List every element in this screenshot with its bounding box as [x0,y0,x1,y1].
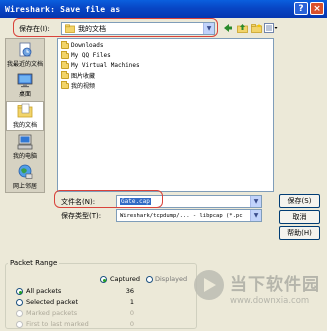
place-my-computer[interactable]: 我的电脑 [6,133,44,163]
new-folder-icon[interactable] [250,22,262,34]
file-list[interactable]: Downloads My QQ Files My Virtual Machine… [57,38,274,192]
folder-icon [61,40,69,49]
folder-icon [61,50,69,59]
network-places-icon [18,164,33,179]
marked-packets-radio[interactable] [16,310,23,317]
save-in-highlight [13,18,218,37]
help-button[interactable]: 帮助(H) [279,226,320,240]
place-label: 我最近的文档 [6,61,43,68]
all-packets-radio[interactable] [16,288,23,295]
up-folder-icon[interactable] [236,22,248,34]
chevron-down-icon[interactable]: ▼ [250,196,261,207]
captured-label: Captured [110,275,140,283]
save-type-dropdown[interactable]: Wireshark/tcpdump/... - libpcap (*.pc ▼ [116,209,262,222]
save-button[interactable]: 保存(S) [279,194,320,208]
folder-icon [61,80,69,89]
displayed-label: Displayed [155,275,188,283]
selected-packet-radio[interactable] [16,299,23,306]
window-title: Wireshark: Save file as [5,4,121,14]
selected-packet-label: Selected packet [26,298,79,306]
list-item[interactable]: Downloads [61,40,104,50]
view-menu-icon[interactable] [263,22,279,34]
save-type-value: Wireshark/tcpdump/... - libpcap (*.pc [120,212,243,219]
title-bar: Wireshark: Save file as ? × [0,0,327,18]
place-desktop[interactable]: 桌面 [6,71,44,101]
place-label: 桌面 [18,91,31,98]
save-type-label: 保存类型(T): [61,212,102,220]
folder-icon [61,60,69,69]
captured-radio[interactable] [100,276,107,283]
first-last-marked-count: 0 [129,320,134,328]
my-documents-icon [17,103,33,118]
watermark-text: 当下软件园 [230,275,320,295]
all-packets-label: All packets [26,287,62,295]
first-last-marked-radio[interactable] [16,321,23,328]
list-item[interactable]: 图片收藏 [61,70,95,80]
packet-range-title: Packet Range [8,259,60,267]
place-label: 我的电脑 [12,153,37,160]
my-computer-icon [17,134,33,150]
folder-icon [61,70,69,79]
places-bar: 我最近的文档 桌面 我的文档 我的电脑 网上邻居 [5,38,45,193]
list-item[interactable]: My Virtual Machines [61,60,140,70]
watermark-url: www.downxia.com [230,296,310,306]
place-recent-documents[interactable]: 我最近的文档 [6,41,44,71]
back-icon[interactable] [222,22,234,34]
watermark-logo-icon [194,270,224,300]
help-title-button[interactable]: ? [294,2,308,15]
displayed-radio[interactable] [146,276,153,283]
place-label: 我的文档 [12,122,37,129]
selected-packet-count: 1 [129,298,134,306]
desktop-icon [17,73,33,88]
place-network[interactable]: 网上邻居 [6,163,44,193]
marked-packets-count: 0 [129,309,134,317]
list-item[interactable]: My QQ Files [61,50,111,60]
filename-highlight [54,190,163,208]
close-button[interactable]: × [310,2,324,15]
cancel-button[interactable]: 取消 [279,210,320,224]
place-my-documents[interactable]: 我的文档 [6,101,44,131]
place-label: 网上邻居 [12,183,37,190]
list-item[interactable]: 我的视频 [61,80,95,90]
recent-documents-icon [19,42,32,57]
first-last-marked-label: First to last marked [26,320,89,328]
all-packets-count: 36 [125,287,134,295]
watermark: 当下软件园 www.downxia.com [194,266,327,328]
chevron-down-icon[interactable]: ▼ [250,210,261,221]
marked-packets-label: Marked packets [26,309,78,317]
